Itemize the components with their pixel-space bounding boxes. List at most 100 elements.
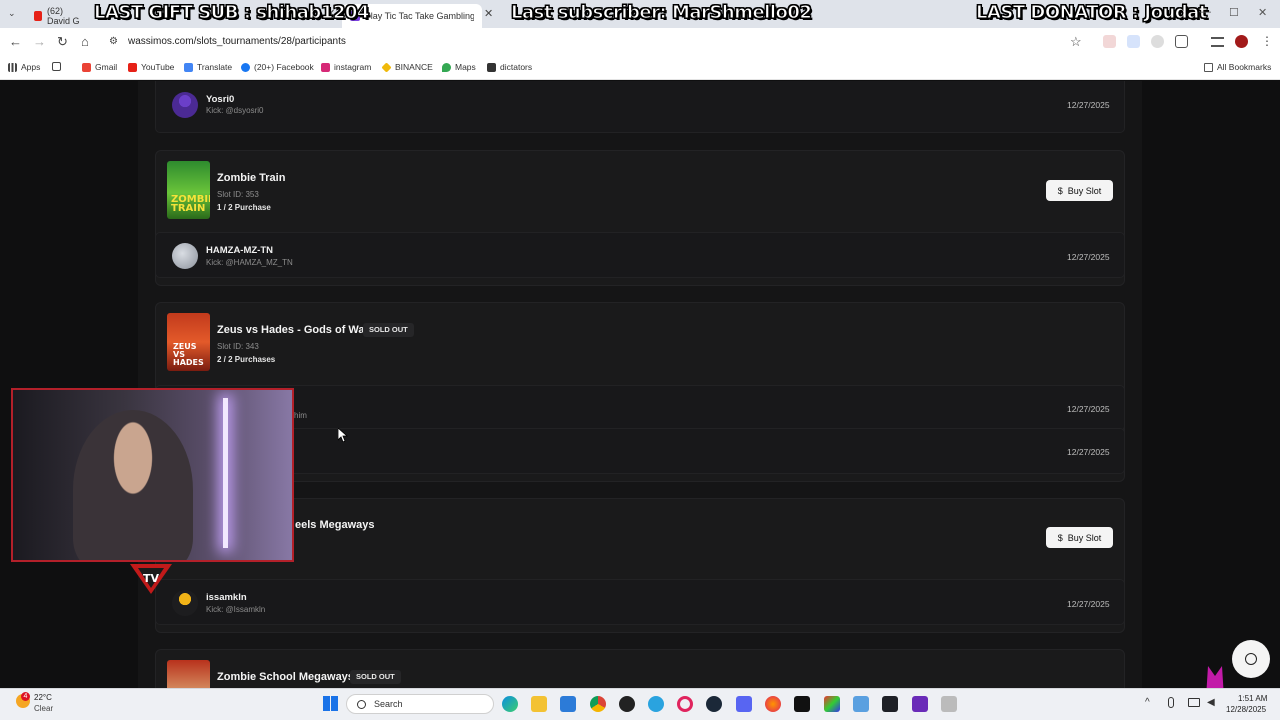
tab-search-icon[interactable]: ⌄ [8,8,16,19]
avatar [172,92,198,118]
avatar [172,243,198,269]
nzxt-icon[interactable] [912,696,928,712]
bookmark-binance[interactable]: BINANCE [381,61,433,73]
windows-start-icon[interactable] [323,696,338,711]
taskbar [0,688,1280,720]
slot-name: Zeus vs Hades - Gods of War [217,324,369,336]
maximize-icon[interactable]: ☐ [1229,6,1239,19]
volume-icon[interactable]: ◀ [1207,697,1215,708]
participant-date: 12/27/2025 [1067,599,1110,609]
clock-date[interactable]: 12/28/2025 [1226,705,1266,714]
slot-thumbnail-art: ZEUS VS HADES [173,342,204,367]
edge-icon[interactable] [502,696,518,712]
tab-youtube[interactable]: (62) David G [26,4,96,28]
participant-date: 12/27/2025 [1067,252,1110,262]
dollar-icon: $ [1057,185,1063,196]
discord-icon[interactable] [736,696,752,712]
tab-groups-icon[interactable] [52,62,61,71]
participant-row [155,385,1125,431]
bookmark-dictators[interactable]: dictators [487,62,532,72]
chat-bubble-icon [1245,653,1257,665]
forward-icon[interactable]: → [33,34,46,49]
close-tab-icon[interactable]: ✕ [484,7,493,20]
back-icon[interactable]: ← [9,34,22,49]
app-icon[interactable] [853,696,869,712]
participant-handle: Kick: @dsyosri0 [206,106,264,115]
participant-name: issamkln [206,592,247,603]
sold-out-badge: SOLD OUT [350,670,401,684]
channel-logo: TV [128,562,174,596]
participant-row [155,428,1125,474]
slot-name: Zombie School Megaways [217,671,354,683]
binance-icon [381,61,392,73]
opera-icon[interactable] [677,696,693,712]
buy-slot-button[interactable]: $ Buy Slot [1046,180,1113,201]
tab-bar: ⌄ (62) David G ✕ Play Tic Tac Take Gambl… [0,0,1280,28]
buy-slot-button[interactable]: $ Buy Slot [1046,527,1113,548]
close-window-icon[interactable]: ✕ [1258,6,1267,19]
store-icon[interactable] [560,696,576,712]
steam-icon[interactable] [706,696,722,712]
weather-temp: 22°C [34,693,52,702]
all-bookmarks[interactable]: All Bookmarks [1204,62,1271,72]
participant-handle: Kick: @HAMZA_MZ_TN [206,258,293,267]
clock-time[interactable]: 1:51 AM [1238,694,1267,703]
file-explorer-icon[interactable] [531,696,547,712]
tray-chevron-icon[interactable]: ^ [1145,697,1150,708]
profile-icon[interactable] [1235,35,1248,48]
bookmarks-bar: Apps Gmail YouTube Translate (20+) Faceb… [0,56,1280,80]
bookmark-facebook[interactable]: (20+) Facebook [241,62,314,72]
address-toolbar: ← → ↻ ⌂ ⚙ wassimos.com/slots_tournaments… [0,28,1280,56]
menu-icon[interactable]: ⋮ [1261,34,1273,48]
network-icon[interactable] [1188,698,1200,707]
chrome-icon[interactable] [590,696,606,712]
extensions-puzzle-icon[interactable] [1175,35,1188,48]
bookmark-apps[interactable]: Apps [8,62,40,72]
bookmark-instagram[interactable]: instagram [321,62,371,72]
slot-purchases: 2 / 2 Purchases [217,355,276,364]
search-icon [357,699,366,709]
bookmark-gmail[interactable]: Gmail [82,62,117,72]
gmail-icon [82,62,91,72]
slot-thumbnail [167,660,210,688]
extension-icon[interactable] [1103,35,1116,48]
slot-id: Slot ID: 343 [217,342,259,351]
reading-list-icon[interactable] [1211,37,1224,47]
weather-widget[interactable]: 4 22°C Clear [14,692,74,716]
app-icon[interactable] [824,696,840,712]
binance-icon[interactable] [882,696,898,712]
bookmark-youtube[interactable]: YouTube [128,62,174,72]
bookmark-star-icon[interactable]: ☆ [1070,34,1082,50]
apps-grid-icon [8,62,17,72]
youtube-icon [128,62,137,72]
participant-handle: him [294,411,307,420]
bookmark-translate[interactable]: Translate [184,62,232,72]
slot-thumbnail: ZEUS VS HADES [167,313,210,371]
tab-label: (62) David G [47,6,80,26]
taskbar-search[interactable]: Search [346,694,494,714]
extension-icon[interactable] [1127,35,1140,48]
facebook-icon [241,62,250,72]
page-content: Yosri0 Kick: @dsyosri0 12/27/2025 ZOMBIE… [0,81,1280,688]
address-bar[interactable]: wassimos.com/slots_tournaments/28/partic… [128,36,346,47]
capcut-icon[interactable] [794,696,810,712]
firefox-icon[interactable] [765,696,781,712]
slot-purchases: 1 / 2 Purchase [217,203,271,212]
reload-icon[interactable]: ↻ [57,34,68,50]
webcam-overlay [11,388,294,562]
maps-icon [442,62,451,72]
slot-id: Slot ID: 353 [217,190,259,199]
home-icon[interactable]: ⌂ [81,34,89,49]
extension-icon[interactable] [1151,35,1164,48]
bookmark-maps[interactable]: Maps [442,62,476,72]
minimize-icon[interactable]: — [1200,6,1211,18]
microphone-icon[interactable] [1168,697,1174,708]
participant-row [155,579,1125,625]
app-icon[interactable] [619,696,635,712]
site-info-icon[interactable]: ⚙ [109,36,118,47]
sold-out-badge: SOLD OUT [363,323,414,337]
telegram-icon[interactable] [648,696,664,712]
slot-thumbnail: ZOMBIETRAIN [167,161,210,219]
app-icon[interactable] [941,696,957,712]
chat-button[interactable] [1232,640,1270,678]
